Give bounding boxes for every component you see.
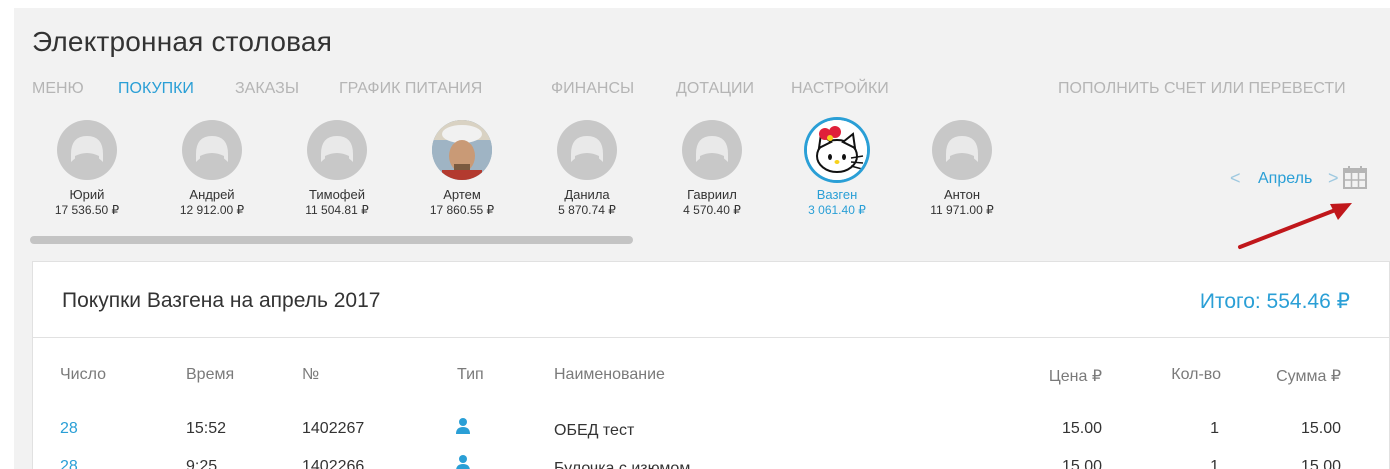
user-card-danila[interactable]: Данила 5 870.74 ₽ (532, 120, 642, 217)
column-header-name[interactable]: Наименование (554, 366, 665, 384)
column-header-type[interactable]: Тип (457, 366, 484, 384)
purchases-total: Итого: 554.46 ₽ (1199, 290, 1350, 313)
row-time: 9:25 (186, 458, 218, 469)
row-price: 15.00 (1061, 458, 1102, 469)
column-header-price[interactable]: Цена ₽ (1049, 366, 1102, 386)
user-card-timofey[interactable]: Тимофей 11 504.81 ₽ (282, 120, 392, 217)
user-name: Артем (443, 187, 481, 202)
prev-month-button[interactable]: < (1230, 168, 1241, 189)
column-header-day[interactable]: Число (60, 366, 106, 384)
row-price: 15.00 (1061, 420, 1102, 437)
person-icon (456, 455, 470, 469)
photo-avatar (432, 120, 492, 180)
user-name: Гавриил (687, 187, 737, 202)
row-name: ОБЕД тест (554, 422, 635, 439)
calendar-icon[interactable] (1342, 164, 1368, 190)
next-month-button[interactable]: > (1328, 168, 1339, 189)
nav-topup-transfer[interactable]: Пополнить счет или перевести (1058, 80, 1346, 98)
row-sum: 15.00 (1300, 420, 1341, 437)
user-name: Антон (943, 187, 981, 202)
column-header-qty[interactable]: Кол-во (1171, 366, 1221, 384)
purchases-card: Покупки Вазгена на апрель 2017 Итого: 55… (32, 261, 1390, 469)
person-icon (456, 418, 470, 434)
row-number: 1402267 (302, 420, 365, 437)
app-panel: Электронная столовая Меню Покупки Заказы… (14, 8, 1390, 469)
user-name: Юрий (69, 187, 105, 202)
row-day[interactable]: 28 (60, 458, 78, 469)
user-carousel: Юрий 17 536.50 ₽ Андрей 12 912.00 ₽ Тимо… (32, 120, 994, 255)
nav-settings[interactable]: Настройки (791, 80, 889, 98)
row-number: 1402266 (302, 458, 365, 469)
user-balance: 11 971.00 ₽ (930, 203, 994, 217)
user-carousel-scrollbar[interactable] (30, 236, 633, 244)
row-name: Булочка с изюмом. (554, 460, 695, 469)
nav-menu[interactable]: Меню (32, 80, 84, 98)
user-balance: 5 870.74 ₽ (558, 203, 616, 217)
row-qty: 1 (1210, 420, 1219, 437)
user-card-anton[interactable]: Антон 11 971.00 ₽ (907, 120, 1017, 217)
column-header-sum[interactable]: Сумма ₽ (1276, 366, 1341, 386)
user-name: Данила (564, 187, 610, 202)
purchases-title: Покупки Вазгена на апрель 2017 (62, 289, 381, 312)
default-avatar-icon (557, 120, 617, 180)
user-name: Андрей (189, 187, 235, 202)
user-name: Вазген (816, 187, 858, 202)
month-label[interactable]: Апрель (1258, 170, 1312, 188)
column-header-number[interactable]: № (302, 366, 319, 384)
nav-meal-schedule[interactable]: График питания (339, 80, 482, 98)
purchases-card-header: Покупки Вазгена на апрель 2017 Итого: 55… (33, 262, 1389, 338)
user-card-yuri[interactable]: Юрий 17 536.50 ₽ (32, 120, 142, 217)
nav-finances[interactable]: Финансы (551, 80, 634, 98)
user-card-artem[interactable]: Артем 17 860.55 ₽ (407, 120, 517, 217)
user-card-andrey[interactable]: Андрей 12 912.00 ₽ (157, 120, 267, 217)
hello-kitty-avatar (807, 120, 867, 180)
user-balance: 12 912.00 ₽ (179, 203, 245, 217)
user-balance: 17 536.50 ₽ (54, 203, 120, 217)
row-time: 15:52 (186, 420, 227, 437)
nav-subsidies[interactable]: Дотации (676, 80, 754, 98)
main-nav: Меню Покупки Заказы График питания Финан… (32, 80, 1390, 104)
annotation-arrow-icon (1238, 203, 1352, 249)
nav-orders[interactable]: Заказы (235, 80, 299, 98)
user-balance: 11 504.81 ₽ (305, 203, 369, 217)
user-balance: 4 570.40 ₽ (683, 203, 741, 217)
default-avatar-icon (57, 120, 117, 180)
user-balance: 3 061.40 ₽ (808, 203, 866, 217)
column-header-time[interactable]: Время (186, 366, 234, 384)
row-day[interactable]: 28 (60, 420, 78, 438)
user-card-gavriil[interactable]: Гавриил 4 570.40 ₽ (657, 120, 767, 217)
row-qty: 1 (1210, 458, 1219, 469)
user-card-vazgen[interactable]: Вазген 3 061.40 ₽ (782, 120, 892, 217)
user-name: Тимофей (309, 187, 365, 202)
nav-purchases[interactable]: Покупки (118, 80, 194, 98)
default-avatar-icon (932, 120, 992, 180)
row-sum: 15.00 (1300, 458, 1341, 469)
default-avatar-icon (682, 120, 742, 180)
user-balance: 17 860.55 ₽ (429, 203, 495, 217)
app-title: Электронная столовая (32, 26, 333, 57)
default-avatar-icon (307, 120, 367, 180)
default-avatar-icon (182, 120, 242, 180)
